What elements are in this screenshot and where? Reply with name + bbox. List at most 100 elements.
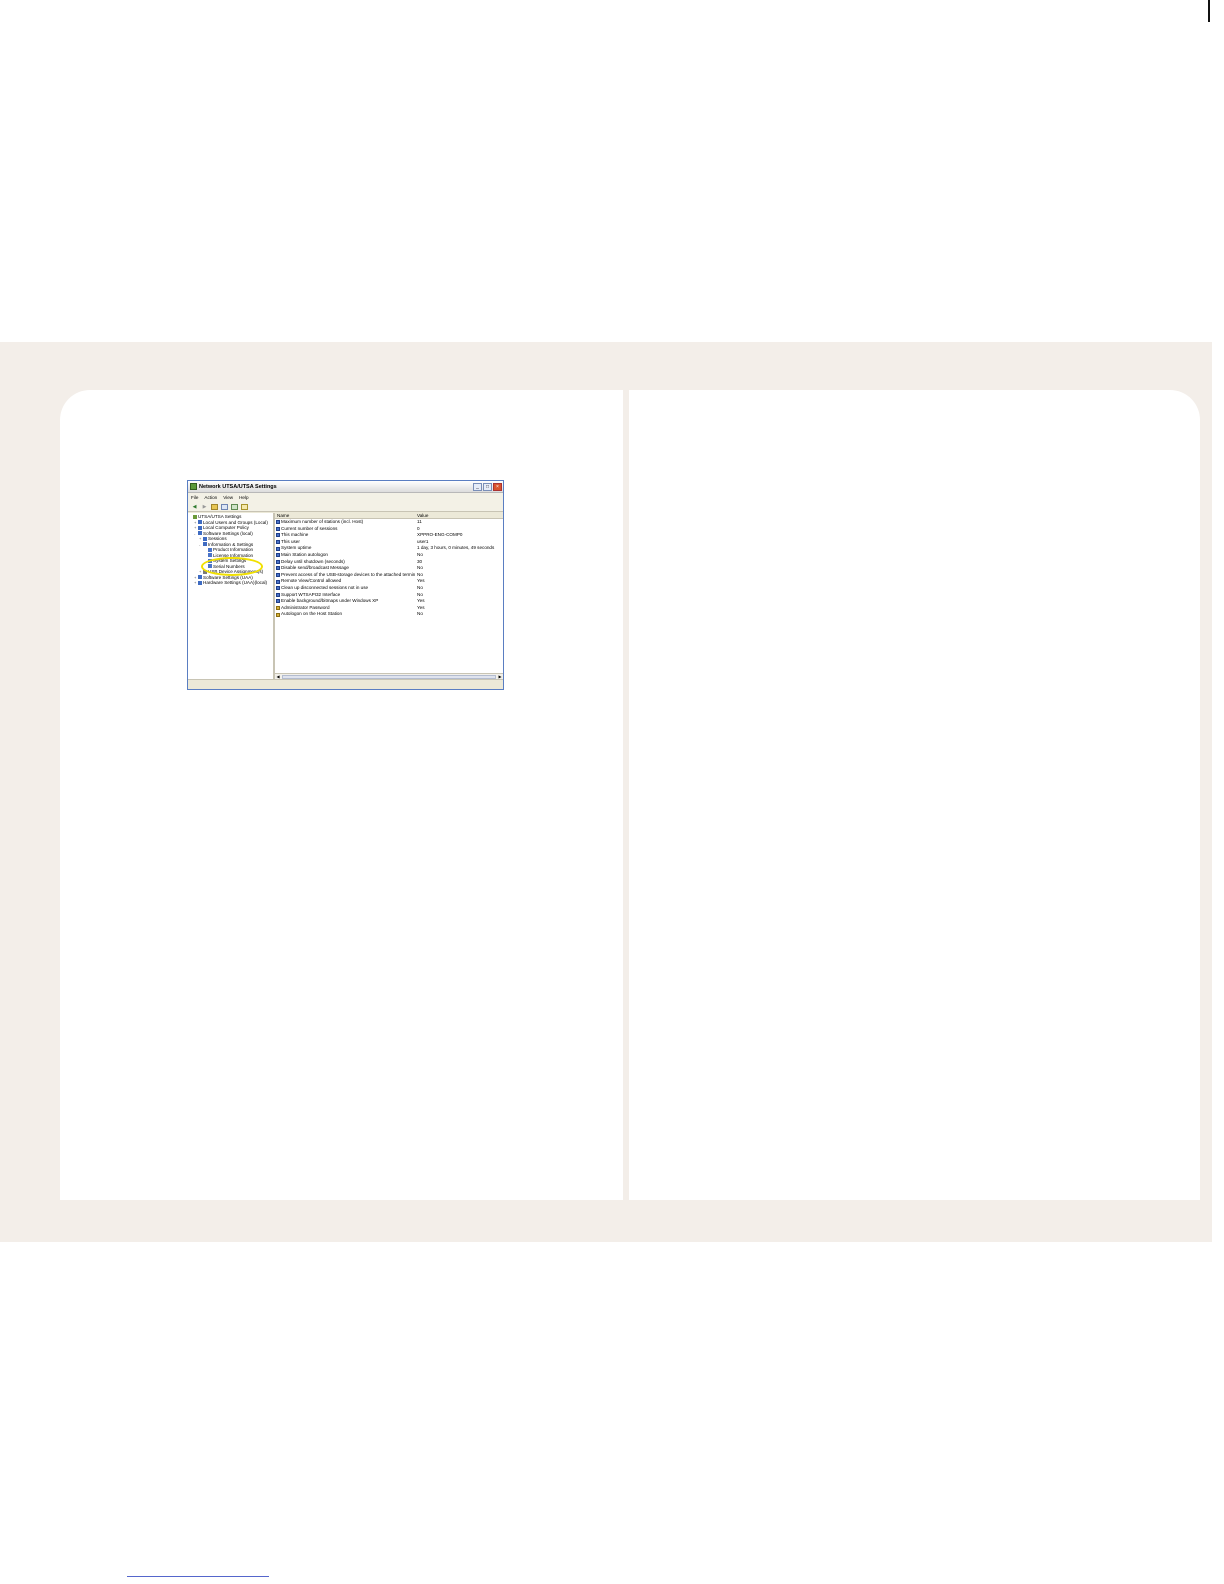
menu-file[interactable]: File xyxy=(191,495,198,500)
row-name-text: Maximum number of stations (incl. Host) xyxy=(281,519,364,524)
table-row[interactable]: This user user1 xyxy=(275,539,503,546)
toolbar: ◀ ▶ xyxy=(188,502,503,512)
row-name-text: Remote View/Control allowed xyxy=(281,578,342,584)
list-rows: Maximum number of stations (incl. Host) 1… xyxy=(275,519,503,618)
row-name-cell: Clean up disconnected sessions not in us… xyxy=(275,585,415,592)
row-value-cell: Yes xyxy=(417,604,425,610)
row-value-cell: No xyxy=(417,565,423,571)
setting-icon xyxy=(276,586,280,591)
row-value-cell: 1 day, 3 hours, 0 minutes, 49 seconds xyxy=(417,545,495,551)
row-name-text: Main Station autologon xyxy=(281,551,328,557)
table-row[interactable]: Clean up disconnected sessions not in us… xyxy=(275,585,503,592)
table-row[interactable]: Support WTSAPI32 Interface No xyxy=(275,592,503,599)
row-name-cell: Remote View/Control allowed xyxy=(275,578,415,585)
setting-icon xyxy=(276,566,280,571)
tree-item[interactable]: + Hardware Settings (UAA)(local) xyxy=(189,580,272,586)
node-icon xyxy=(193,514,197,519)
setting-icon xyxy=(276,540,280,545)
table-row[interactable]: Remote View/Control allowed Yes xyxy=(275,578,503,585)
up-folder-icon[interactable] xyxy=(211,503,218,510)
row-name-cell: This machine xyxy=(275,532,415,539)
row-name-cell: System uptime xyxy=(275,545,415,552)
row-value-cell: No xyxy=(417,584,423,590)
tree-pane: UTSA/UTSA Settings + Local Users and Group… xyxy=(188,513,275,679)
row-name-text: This user xyxy=(281,538,300,544)
row-name-text: Prevent access of the USB-storage device… xyxy=(281,571,415,577)
menu-help[interactable]: Help xyxy=(239,495,248,500)
row-value-cell: No xyxy=(417,591,423,597)
node-icon xyxy=(203,542,207,547)
setting-icon xyxy=(276,559,280,564)
top-right-rule xyxy=(1208,0,1210,22)
table-row[interactable]: Maximum number of stations (incl. Host) 1… xyxy=(275,519,503,526)
row-value-cell: user1 xyxy=(417,538,429,544)
footer-rule xyxy=(127,1576,269,1577)
main-content: UTSA/UTSA Settings + Local Users and Group… xyxy=(188,513,503,679)
node-icon xyxy=(198,531,202,536)
minimize-icon[interactable]: _ xyxy=(473,482,482,491)
node-icon xyxy=(198,575,202,580)
key-icon xyxy=(276,606,280,611)
row-value-cell: No xyxy=(417,551,423,557)
column-header-value[interactable]: Value xyxy=(415,513,503,518)
forward-arrow-icon[interactable]: ▶ xyxy=(201,504,208,510)
row-name-cell: Disable send/broadcast Message xyxy=(275,565,415,572)
settings-window: Network UTSA/UTSA Settings _ □ × File Ac… xyxy=(187,480,504,690)
row-name-text: This machine xyxy=(281,532,309,538)
row-name-cell: Administrator Password xyxy=(275,605,415,612)
title-bar[interactable]: Network UTSA/UTSA Settings _ □ × xyxy=(188,481,503,493)
setting-icon xyxy=(276,526,280,531)
column-header-name[interactable]: Name xyxy=(275,513,415,518)
row-value-cell: Yes xyxy=(417,578,425,584)
row-name-text: Support WTSAPI32 Interface xyxy=(281,591,341,597)
back-arrow-icon[interactable]: ◀ xyxy=(191,504,198,510)
setting-icon xyxy=(276,533,280,538)
node-icon xyxy=(198,520,202,525)
row-name-text: Delay until shutdown (seconds) xyxy=(281,558,345,564)
menu-view[interactable]: View xyxy=(223,495,233,500)
window-title: Network UTSA/UTSA Settings xyxy=(199,483,277,490)
row-value-cell: 11 xyxy=(417,519,422,524)
row-name-text: Current number of sessions xyxy=(281,525,338,531)
setting-icon xyxy=(276,579,280,584)
table-row[interactable]: System uptime 1 day, 3 hours, 0 minutes, … xyxy=(275,545,503,552)
table-row[interactable]: Disable send/broadcast Message No xyxy=(275,565,503,572)
close-icon[interactable]: × xyxy=(493,482,502,491)
row-name-cell: Prevent access of the USB-storage device… xyxy=(275,572,415,579)
node-icon xyxy=(198,580,202,585)
row-name-text: Enable background/bitmaps under Windows … xyxy=(281,598,379,604)
scroll-thumb[interactable] xyxy=(282,674,496,679)
help-icon[interactable] xyxy=(241,503,248,510)
page: Network UTSA/UTSA Settings _ □ × File Ac… xyxy=(0,0,1224,1584)
row-value-cell: No xyxy=(417,571,423,577)
right-panel xyxy=(629,390,1200,1200)
setting-icon xyxy=(276,546,280,551)
row-value-cell: 0 xyxy=(417,525,420,531)
export-list-icon[interactable] xyxy=(231,503,238,510)
table-row[interactable]: Prevent access of the USB-storage device… xyxy=(275,572,503,579)
table-row[interactable]: This machine XPPRO-ENG-COMP0 xyxy=(275,532,503,539)
row-name-cell: Support WTSAPI32 Interface xyxy=(275,592,415,599)
maximize-icon[interactable]: □ xyxy=(483,482,492,491)
row-name-cell: Main Station autologon xyxy=(275,552,415,559)
show-hide-tree-icon[interactable] xyxy=(221,503,228,510)
row-name-text: Clean up disconnected sessions not in us… xyxy=(281,584,369,590)
tree-item-label: Hardware Settings (UAA)(local) xyxy=(203,580,268,585)
list-pane: Name Value Maximum number of stations (i… xyxy=(275,513,503,679)
table-row[interactable]: Current number of sessions 0 xyxy=(275,526,503,533)
table-row[interactable]: Main Station autologon No xyxy=(275,552,503,559)
node-icon xyxy=(208,553,212,558)
table-row[interactable]: Administrator Password Yes xyxy=(275,605,503,612)
table-row[interactable]: Enable background/bitmaps under Windows … xyxy=(275,598,503,605)
row-name-cell: Delay until shutdown (seconds) xyxy=(275,559,415,566)
key-icon xyxy=(276,612,280,617)
row-value-cell: 30 xyxy=(417,558,423,564)
setting-icon xyxy=(276,553,280,558)
menu-action[interactable]: Action xyxy=(204,495,217,500)
row-name-text: Disable send/broadcast Message xyxy=(281,565,349,571)
table-row[interactable]: Autologon on the Host Station No xyxy=(275,611,503,618)
node-icon xyxy=(203,536,207,541)
row-value-cell: XPPRO-ENG-COMP0 xyxy=(417,532,463,538)
table-row[interactable]: Delay until shutdown (seconds) 30 xyxy=(275,559,503,566)
setting-icon xyxy=(276,599,280,604)
